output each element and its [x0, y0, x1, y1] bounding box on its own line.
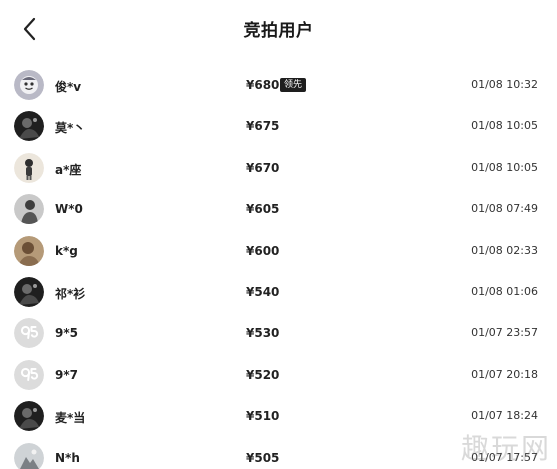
avatar[interactable] [14, 111, 44, 142]
page-title: 竞拍用户 [243, 21, 314, 41]
bid-time: 01/08 10:05 [471, 119, 538, 133]
bidder-nickname: W*0 [55, 202, 83, 217]
bid-price: ¥520 [246, 367, 280, 382]
avatar[interactable] [14, 235, 44, 266]
bid-time: 01/07 23:57 [471, 326, 538, 340]
avatar[interactable] [14, 359, 44, 390]
bid-time: 01/08 02:33 [471, 243, 538, 257]
bid-row[interactable]: 俊*v ¥680 领先 01/08 10:32 [0, 64, 557, 105]
avatar[interactable] [14, 276, 44, 307]
bidder-nickname: N*h [55, 450, 80, 465]
bid-row[interactable]: k*g ¥600 01/08 02:33 [0, 230, 557, 271]
bid-price: ¥605 [246, 202, 280, 217]
bid-price: ¥540 [246, 284, 280, 299]
bidder-nickname: k*g [55, 243, 78, 258]
bid-price: ¥670 [246, 160, 280, 175]
bid-price: ¥675 [246, 119, 280, 134]
bid-row[interactable]: 9*5 ¥530 01/07 23:57 [0, 312, 557, 353]
leading-badge: 领先 [280, 78, 307, 92]
bid-time: 01/08 10:05 [471, 160, 538, 174]
bid-row[interactable]: 麦*当 ¥510 01/07 18:24 [0, 395, 557, 436]
avatar[interactable] [14, 194, 44, 225]
bid-time: 01/07 18:24 [471, 409, 538, 423]
bidder-nickname: 祁*衫 [55, 286, 86, 301]
bid-row[interactable]: a*座 ¥670 01/08 10:05 [0, 147, 557, 188]
bidder-nickname: 9*5 [55, 326, 78, 341]
bid-price: ¥680 [246, 78, 280, 92]
bid-time: 01/08 10:32 [471, 78, 538, 91]
avatar[interactable] [14, 152, 44, 183]
header-bar: 竞拍用户 [0, 0, 557, 58]
bid-time: 01/07 17:57 [471, 450, 538, 464]
bidder-nickname: 麦*当 [55, 411, 86, 426]
bidder-nickname: 9*7 [55, 367, 78, 382]
bid-price: ¥530 [246, 326, 280, 341]
avatar[interactable] [14, 442, 44, 469]
bidder-nickname: 莫*丶 [55, 121, 86, 136]
bid-time: 01/07 20:18 [471, 367, 538, 381]
bid-time: 01/08 07:49 [471, 202, 538, 216]
avatar[interactable] [14, 401, 44, 432]
avatar[interactable] [14, 70, 44, 100]
bid-price: ¥600 [246, 243, 280, 258]
bid-price: ¥505 [246, 450, 280, 465]
bid-row[interactable]: 莫*丶 ¥675 01/08 10:05 [0, 105, 557, 146]
bid-row[interactable]: W*0 ¥605 01/08 07:49 [0, 188, 557, 229]
bid-time: 01/08 01:06 [471, 284, 538, 298]
bidder-nickname: a*座 [55, 162, 82, 177]
bid-price: ¥510 [246, 409, 280, 424]
bidder-list: 俊*v ¥680 领先 01/08 10:32 莫*丶 ¥675 01/08 10:05 a*… [0, 64, 557, 469]
bid-row[interactable]: 祁*衫 ¥540 01/08 01:06 [0, 271, 557, 312]
avatar[interactable] [14, 318, 44, 349]
bid-row[interactable]: N*h ¥505 01/07 17:57 [0, 437, 557, 469]
bidder-nickname: 俊*v [55, 80, 82, 94]
bid-row[interactable]: 9*7 ¥520 01/07 20:18 [0, 354, 557, 395]
